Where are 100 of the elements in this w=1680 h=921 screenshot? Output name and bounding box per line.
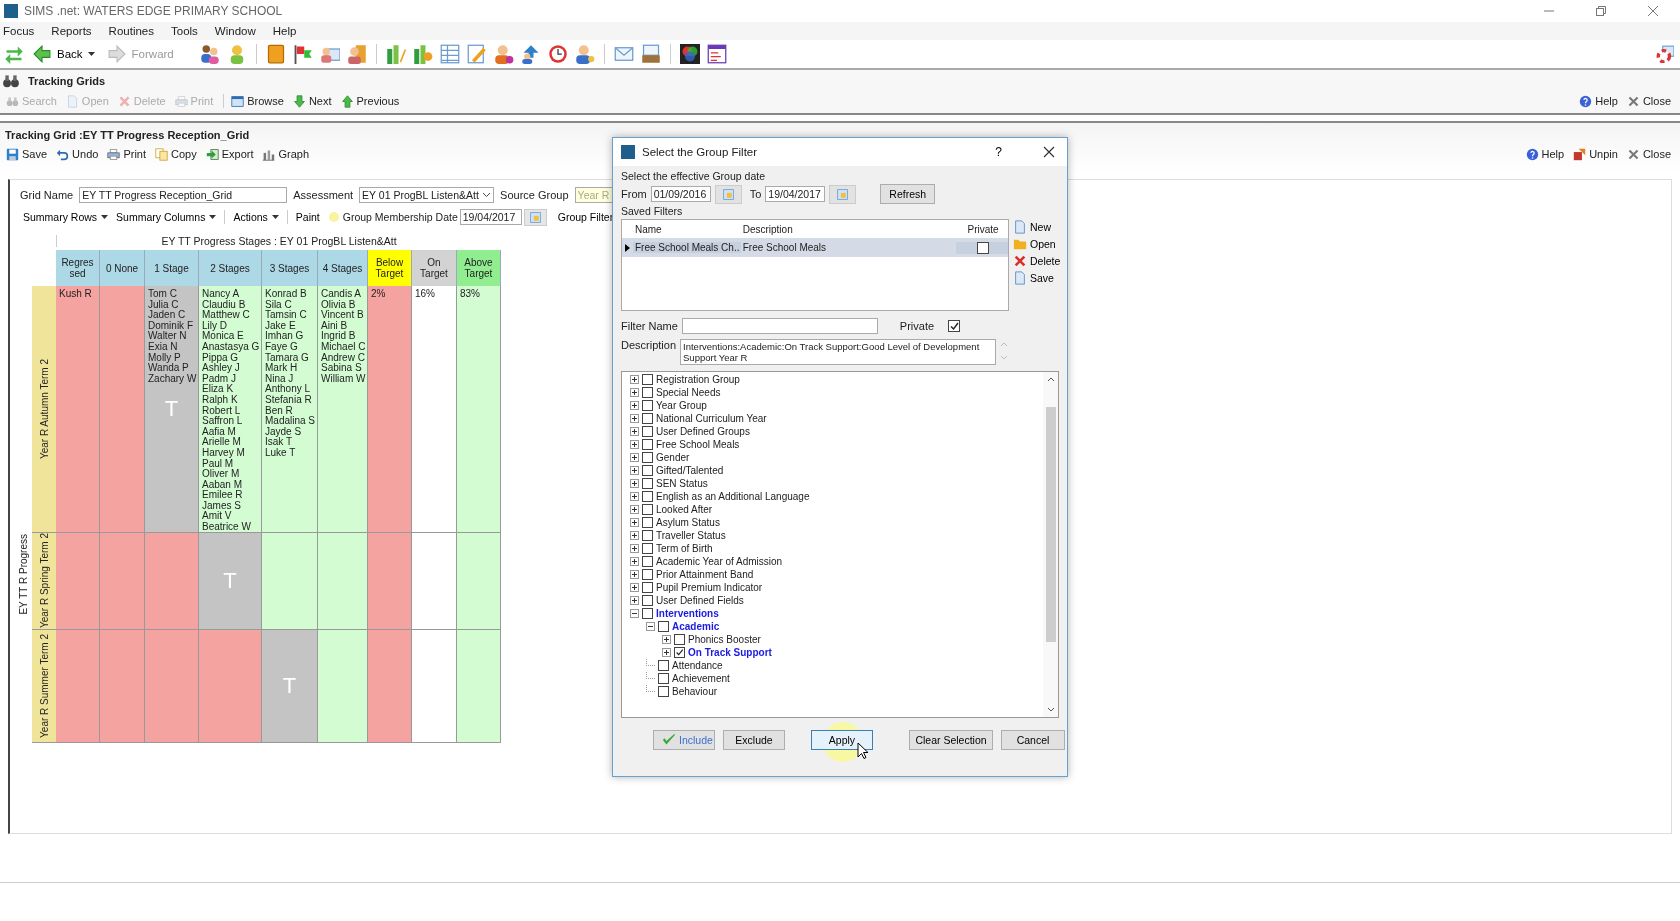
checkbox[interactable]	[642, 543, 653, 554]
checkbox[interactable]	[642, 556, 653, 567]
menu-button[interactable]: Summary Columns	[113, 211, 220, 223]
tree-item[interactable]: On Track Support	[688, 647, 772, 658]
checkbox[interactable]	[642, 413, 653, 424]
tree-item[interactable]: Registration Group	[656, 374, 740, 385]
expand-icon[interactable]	[662, 635, 671, 644]
expand-icon[interactable]	[630, 388, 639, 397]
tree-item[interactable]: National Curriculum Year	[656, 413, 767, 424]
checkbox[interactable]	[642, 569, 653, 580]
menu-button[interactable]: Actions	[230, 211, 282, 223]
expand-icon[interactable]	[630, 596, 639, 605]
dialog-button[interactable]: Clear Selection	[909, 730, 993, 750]
expand-icon[interactable]	[630, 401, 639, 410]
expand-icon[interactable]	[630, 375, 639, 384]
menu-button[interactable]: Summary Rows	[20, 211, 112, 223]
checkbox[interactable]	[658, 686, 669, 697]
expand-icon[interactable]	[630, 531, 639, 540]
tree-item[interactable]: Attendance	[672, 660, 723, 671]
tree-item[interactable]: SEN Status	[656, 478, 708, 489]
dialog-button[interactable]: Exclude	[723, 730, 785, 750]
menu-item[interactable]: Window	[214, 25, 256, 37]
collapse-icon[interactable]	[646, 622, 655, 631]
tree-item[interactable]: Academic Year of Admission	[656, 556, 783, 567]
checkbox[interactable]	[642, 595, 653, 606]
tree-item[interactable]: Academic	[672, 621, 720, 632]
description-field[interactable]: Interventions:Academic:On Track Support:Good Level of Development Support Year R	[680, 339, 997, 365]
toolbar-button[interactable]: Delete	[1013, 253, 1061, 269]
toolbar-button[interactable]: Print	[105, 147, 151, 161]
checkbox[interactable]	[642, 491, 653, 502]
tree-item[interactable]: Year Group	[656, 400, 707, 411]
toolbar-button[interactable]: Close	[1624, 94, 1676, 108]
toolbar-button[interactable]: Help	[1577, 94, 1623, 108]
collapse-icon[interactable]	[630, 609, 639, 618]
tree-item[interactable]: English as an Additional Language	[656, 491, 810, 502]
toolbar-button[interactable]: Copy	[153, 147, 202, 161]
checkbox[interactable]	[642, 465, 653, 476]
scroll-down-icon[interactable]	[1046, 707, 1055, 713]
expand-icon[interactable]	[630, 557, 639, 566]
expand-icon[interactable]	[630, 518, 639, 527]
tree-item[interactable]: Interventions	[656, 608, 719, 619]
menu-item[interactable]: Help	[272, 25, 297, 37]
expand-icon[interactable]	[630, 453, 639, 462]
group-filter-button[interactable]: Group Filter	[554, 211, 617, 223]
back-button[interactable]: Back	[29, 45, 85, 63]
text-field[interactable]: EY TT Progress Reception_Grid	[79, 187, 288, 203]
toolbar-button[interactable]: Graph	[260, 147, 315, 161]
tree-item[interactable]: Free School Meals	[656, 439, 740, 450]
date-field[interactable]: 19/04/2017	[459, 209, 522, 225]
toolbar-button[interactable]: Undo	[54, 147, 104, 161]
menu-item[interactable]: Reports	[51, 25, 92, 37]
toolbar-button[interactable]: Unpin	[1571, 147, 1623, 161]
expand-icon[interactable]	[630, 440, 639, 449]
checkbox[interactable]	[674, 634, 685, 645]
checkbox[interactable]	[674, 647, 685, 658]
expand-icon[interactable]	[630, 570, 639, 579]
dialog-button[interactable]: Include	[653, 730, 715, 750]
tree-item[interactable]: Prior Attainment Band	[656, 569, 754, 580]
expand-icon[interactable]	[630, 427, 639, 436]
scroll-up-icon[interactable]	[1046, 376, 1055, 382]
menu-item[interactable]: Routines	[108, 25, 154, 37]
expand-icon[interactable]	[630, 466, 639, 475]
expand-icon[interactable]	[630, 479, 639, 488]
checkbox[interactable]	[658, 673, 669, 684]
tree-item[interactable]: Pupil Premium Indicator	[656, 582, 763, 593]
filter-name-field[interactable]	[681, 318, 878, 334]
checkbox[interactable]	[642, 582, 653, 593]
tree-item[interactable]: Special Needs	[656, 387, 721, 398]
checkbox[interactable]	[642, 374, 653, 385]
checkbox[interactable]	[642, 452, 653, 463]
tree-item[interactable]: Gifted/Talented	[656, 465, 724, 476]
tree-item[interactable]: Behaviour	[672, 686, 718, 697]
checkbox[interactable]	[642, 387, 653, 398]
checkbox[interactable]	[977, 241, 990, 254]
tree-item[interactable]: Traveller Status	[656, 530, 726, 541]
expand-icon[interactable]	[630, 505, 639, 514]
tree-item[interactable]: Gender	[656, 452, 690, 463]
tree-item[interactable]: Term of Birth	[656, 543, 713, 554]
date-field[interactable]: 19/04/2017	[765, 186, 826, 202]
scrollbar[interactable]	[1043, 372, 1058, 717]
expand-icon[interactable]	[662, 648, 671, 657]
tree-item[interactable]: Looked After	[656, 504, 713, 515]
checkbox[interactable]	[642, 439, 653, 450]
toolbar-button[interactable]: Save	[1013, 270, 1061, 286]
checkbox[interactable]	[658, 660, 669, 671]
table-row[interactable]: Free School Meals Ch.. Free School Meals	[622, 238, 1008, 257]
toolbar-button[interactable]: Previous	[338, 94, 405, 108]
expand-icon[interactable]	[630, 492, 639, 501]
paint-button[interactable]: Paint	[292, 211, 323, 223]
checkbox[interactable]	[642, 608, 653, 619]
checkbox[interactable]	[658, 621, 669, 632]
toolbar-button[interactable]: Browse	[229, 94, 289, 108]
help-button[interactable]: ?	[989, 144, 1008, 160]
dialog-button[interactable]: Apply	[811, 730, 873, 750]
checkbox[interactable]	[948, 320, 961, 332]
toolbar-button[interactable]: New	[1013, 219, 1061, 235]
tree-item[interactable]: Asylum Status	[656, 517, 720, 528]
expand-icon[interactable]	[630, 544, 639, 553]
toolbar-button[interactable]: Open	[1013, 236, 1061, 252]
expand-icon[interactable]	[630, 583, 639, 592]
